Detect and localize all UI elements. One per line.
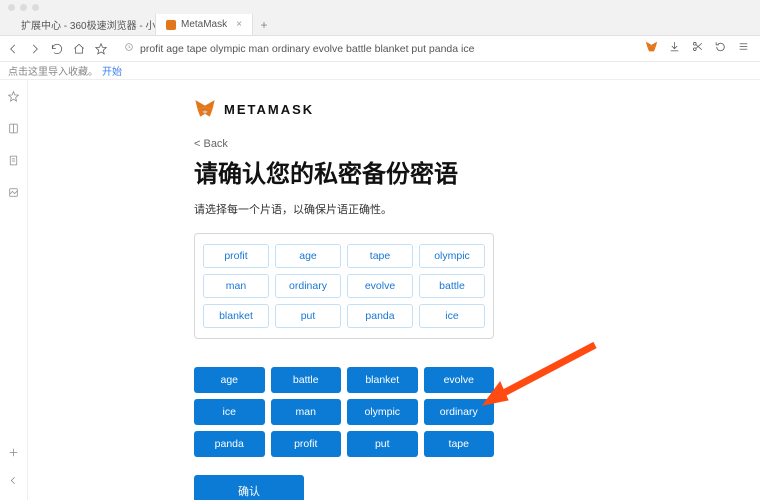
rail-sheet-icon[interactable]	[7, 154, 20, 172]
window-titlebar	[0, 0, 760, 14]
bookmark-hint-text: 点击这里导入收藏。	[8, 63, 98, 78]
page-subtitle: 请选择每一个片语，以确保片语正确性。	[194, 201, 684, 217]
confirm-button[interactable]: 确认	[194, 475, 304, 500]
selected-word-chip[interactable]: evolve	[347, 274, 413, 298]
selected-word-chip[interactable]: battle	[419, 274, 485, 298]
address-bar[interactable]: profit age tape olympic man ordinary evo…	[116, 42, 637, 55]
reload-button[interactable]	[50, 42, 64, 56]
pool-word-chip[interactable]: age	[194, 367, 265, 393]
pool-word-chip[interactable]: blanket	[347, 367, 418, 393]
content-area: METAMASK < Back 请确认您的私密备份密语 请选择每一个片语，以确保…	[28, 80, 760, 500]
rail-add-button[interactable]	[7, 446, 20, 464]
traffic-yellow-icon	[20, 4, 27, 11]
scissors-icon[interactable]	[691, 40, 704, 58]
selected-word-chip[interactable]: blanket	[203, 304, 269, 328]
favicon-icon	[166, 20, 176, 30]
pool-word-chip[interactable]: man	[271, 399, 342, 425]
tab-label: MetaMask	[181, 19, 227, 30]
tab-strip: 扩展中心 - 360极速浏览器 - 小工具 MetaMask × +	[0, 14, 760, 36]
traffic-red-icon	[8, 4, 15, 11]
rail-book-icon[interactable]	[7, 122, 20, 140]
metamask-page: METAMASK < Back 请确认您的私密备份密语 请选择每一个片语，以确保…	[194, 80, 684, 500]
tab-label: 扩展中心 - 360极速浏览器 - 小工具	[21, 17, 156, 32]
pool-word-chip[interactable]: panda	[194, 431, 265, 457]
rail-star-icon[interactable]	[7, 90, 20, 108]
home-button[interactable]	[72, 42, 86, 56]
download-icon[interactable]	[668, 40, 681, 58]
pool-word-chip[interactable]: put	[347, 431, 418, 457]
selected-word-chip[interactable]: profit	[203, 244, 269, 268]
back-link[interactable]: < Back	[194, 138, 684, 150]
bookmark-hint-link[interactable]: 开始	[102, 63, 122, 78]
selected-word-chip[interactable]: put	[275, 304, 341, 328]
new-tab-button[interactable]: +	[253, 14, 275, 35]
restore-icon[interactable]	[714, 40, 727, 58]
pool-word-chip[interactable]: evolve	[424, 367, 495, 393]
nav-forward-button[interactable]	[28, 42, 42, 56]
toolbar-right	[645, 40, 754, 58]
selected-word-chip[interactable]: tape	[347, 244, 413, 268]
address-text: profit age tape olympic man ordinary evo…	[140, 43, 474, 55]
selected-seed-panel: profitagetapeolympic manordinaryevolvebat…	[194, 233, 494, 339]
selected-word-chip[interactable]: panda	[347, 304, 413, 328]
pool-word-chip[interactable]: olympic	[347, 399, 418, 425]
workspace: METAMASK < Back 请确认您的私密备份密语 请选择每一个片语，以确保…	[0, 80, 760, 500]
metamask-wordmark: METAMASK	[224, 102, 314, 117]
traffic-green-icon	[32, 4, 39, 11]
menu-icon[interactable]	[737, 40, 750, 58]
bookmark-star-icon[interactable]	[94, 42, 108, 56]
left-rail	[0, 80, 28, 500]
bookmark-hint-bar: 点击这里导入收藏。 开始	[0, 62, 760, 80]
tab-extension-center[interactable]: 扩展中心 - 360极速浏览器 - 小工具	[6, 14, 156, 35]
pool-word-chip[interactable]: battle	[271, 367, 342, 393]
fox-icon	[194, 98, 216, 120]
rail-gallery-icon[interactable]	[7, 186, 20, 204]
pool-word-chip[interactable]: ice	[194, 399, 265, 425]
seed-word-pool: agebattleblanketevolve icemanolympicordin…	[194, 367, 494, 457]
metamask-extension-icon[interactable]	[645, 40, 658, 58]
selected-word-chip[interactable]: olympic	[419, 244, 485, 268]
selected-word-chip[interactable]: ice	[419, 304, 485, 328]
toolbar: profit age tape olympic man ordinary evo…	[0, 36, 760, 62]
rail-collapse-icon[interactable]	[7, 474, 20, 492]
lock-icon	[124, 42, 134, 55]
pool-word-chip[interactable]: ordinary	[424, 399, 495, 425]
selected-word-chip[interactable]: man	[203, 274, 269, 298]
page-title: 请确认您的私密备份密语	[194, 154, 684, 189]
selected-word-chip[interactable]: ordinary	[275, 274, 341, 298]
pool-word-chip[interactable]: tape	[424, 431, 495, 457]
close-icon[interactable]: ×	[236, 19, 242, 30]
selected-word-chip[interactable]: age	[275, 244, 341, 268]
nav-back-button[interactable]	[6, 42, 20, 56]
tab-metamask[interactable]: MetaMask ×	[156, 14, 253, 35]
metamask-logo: METAMASK	[194, 98, 684, 120]
pool-word-chip[interactable]: profit	[271, 431, 342, 457]
